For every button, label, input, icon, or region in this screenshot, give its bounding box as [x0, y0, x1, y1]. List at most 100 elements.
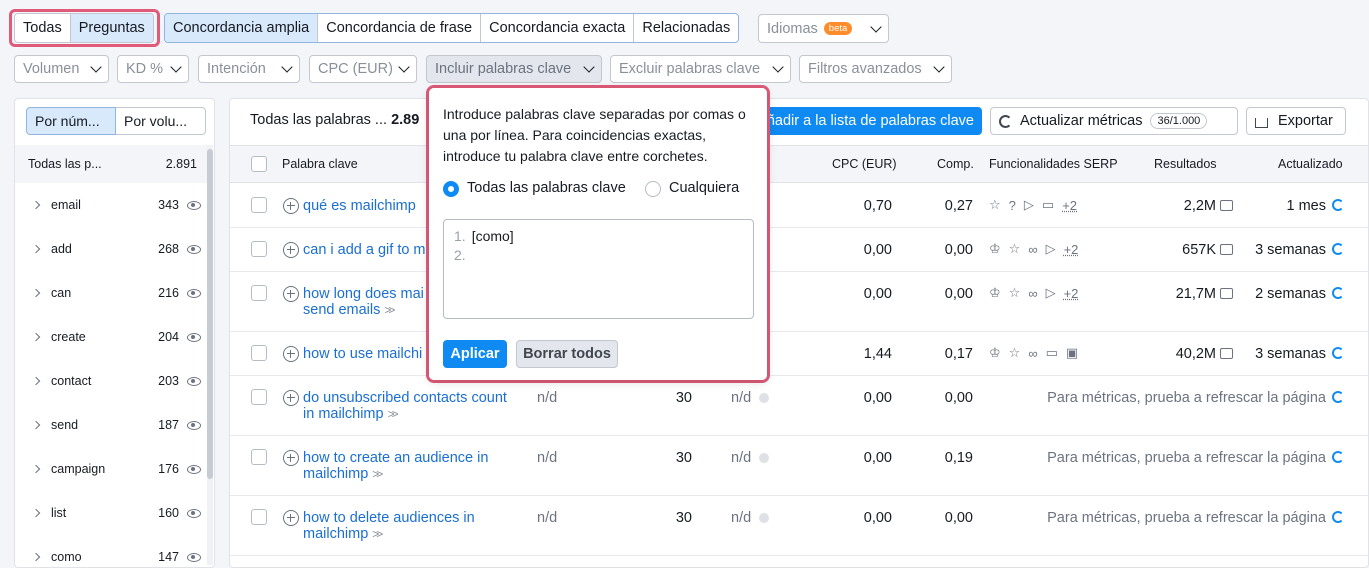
tab-relacionadas[interactable]: Relacionadas — [634, 14, 738, 42]
col-keyword[interactable]: Palabra clave — [282, 157, 358, 171]
group-item[interactable]: create 204 — [15, 315, 207, 359]
tab-concordancia-amplia[interactable]: Concordancia amplia — [165, 14, 319, 42]
add-keyword-icon[interactable] — [283, 198, 299, 214]
refresh-icon[interactable] — [1332, 287, 1344, 299]
add-keyword-icon[interactable] — [283, 242, 299, 258]
filter-excluir[interactable]: Excluir palabras clave — [610, 55, 791, 83]
group-item[interactable]: list 160 — [15, 491, 207, 535]
group-item[interactable]: send 187 — [15, 403, 207, 447]
group-count: 204 — [158, 330, 179, 344]
tab-concordancia-exacta[interactable]: Concordancia exacta — [481, 14, 635, 42]
row-checkbox[interactable] — [251, 449, 267, 465]
refresh-icon[interactable] — [1332, 347, 1344, 359]
col-updated[interactable]: Actualizado — [1278, 157, 1343, 171]
eye-icon[interactable] — [187, 288, 201, 298]
group-label: como — [51, 550, 82, 564]
keyword-link[interactable]: do unsubscribed contacts count — [303, 390, 507, 407]
eye-icon[interactable] — [187, 332, 201, 342]
filter-cpc[interactable]: CPC (EUR) — [309, 55, 417, 83]
volume-value: 30 — [675, 390, 692, 406]
export-button[interactable]: Exportar — [1246, 107, 1346, 135]
group-item[interactable]: can 216 — [15, 271, 207, 315]
keyword-link[interactable]: how to use mailchi — [303, 346, 422, 363]
eye-icon[interactable] — [187, 464, 201, 474]
tab-preguntas[interactable]: Preguntas — [70, 14, 153, 42]
tab-concordancia-frase[interactable]: Concordancia de frase — [318, 14, 482, 42]
group-item[interactable]: email 343 — [15, 183, 207, 227]
keyword-link[interactable]: how to delete audiences in — [303, 510, 475, 527]
keyword-link[interactable]: qué es mailchimp — [303, 198, 416, 215]
keyword-link[interactable]: how long does mai — [303, 286, 424, 303]
col-serp[interactable]: Funcionalidades SERP — [989, 157, 1118, 171]
group-item[interactable]: add 268 — [15, 227, 207, 271]
filter-avanzados[interactable]: Filtros avanzados — [799, 55, 952, 83]
cpc-value: 0,00 — [863, 510, 892, 526]
refresh-metrics-button[interactable]: Actualizar métricas 36/1.000 — [990, 107, 1238, 135]
clear-all-button[interactable]: Borrar todos — [516, 340, 618, 368]
keyword-link-line2[interactable]: in mailchimp >> — [303, 406, 399, 423]
row-checkbox[interactable] — [251, 345, 267, 361]
add-keyword-icon[interactable] — [283, 346, 299, 362]
eye-icon[interactable] — [187, 244, 201, 254]
scroll-thumb[interactable] — [207, 149, 213, 479]
group-item[interactable]: como 147 — [15, 535, 207, 567]
keyword-link-line2[interactable]: mailchimp >> — [303, 526, 383, 543]
left-scrollbar[interactable] — [207, 145, 213, 565]
row-checkbox[interactable] — [251, 285, 267, 301]
refresh-icon[interactable] — [1332, 243, 1344, 255]
eye-icon[interactable] — [187, 552, 201, 562]
comment-icon: ▭ — [1041, 197, 1055, 212]
keyword-link[interactable]: can i add a gif to m — [303, 242, 426, 259]
row-checkbox[interactable] — [251, 389, 267, 405]
add-keyword-icon[interactable] — [283, 450, 299, 466]
refresh-icon[interactable] — [1332, 511, 1344, 523]
col-results[interactable]: Resultados — [1154, 157, 1217, 171]
add-to-keyword-list-button[interactable]: Añadir a la lista de palabras clave — [758, 107, 982, 135]
sort-by-volume[interactable]: Por volu... — [116, 107, 206, 135]
add-keyword-icon[interactable] — [283, 390, 299, 406]
keywords-textarea[interactable]: 1. [como] 2. — [443, 219, 754, 319]
group-all-row[interactable]: Todas las p... 2.891 — [15, 145, 207, 183]
refresh-icon[interactable] — [1332, 451, 1344, 463]
radio-any-label[interactable]: Cualquiera — [669, 180, 739, 196]
keyword-link-line2[interactable]: mailchimp >> — [303, 466, 383, 483]
sort-by-number[interactable]: Por núm... — [26, 107, 116, 135]
filter-intencion[interactable]: Intención — [198, 55, 300, 83]
refresh-icon[interactable] — [1332, 391, 1344, 403]
eye-icon[interactable] — [187, 200, 201, 210]
keyword-link[interactable]: how to create an audience in — [303, 450, 488, 467]
group-label: send — [51, 418, 79, 432]
eye-icon[interactable] — [187, 508, 201, 518]
add-keyword-icon[interactable] — [283, 510, 299, 526]
kd-cell: n/d — [731, 450, 770, 466]
row-checkbox[interactable] — [251, 197, 267, 213]
filter-kd[interactable]: KD % — [117, 55, 189, 83]
radio-all-label[interactable]: Todas las palabras clave — [467, 180, 626, 196]
eye-icon[interactable] — [187, 376, 201, 386]
radio-any[interactable] — [645, 181, 661, 197]
col-cpc[interactable]: CPC (EUR) — [832, 157, 897, 171]
languages-dropdown[interactable]: Idiomas beta — [758, 14, 889, 43]
keyword-link-line2[interactable]: send emails >> — [303, 302, 395, 319]
col-comp[interactable]: Comp. — [937, 157, 974, 171]
row-checkbox[interactable] — [251, 509, 267, 525]
add-keyword-icon[interactable] — [283, 286, 299, 302]
filter-volumen[interactable]: Volumen — [14, 55, 109, 83]
eye-icon[interactable] — [187, 420, 201, 430]
row-checkbox[interactable] — [251, 241, 267, 257]
serp-more[interactable]: +2 — [1062, 198, 1077, 213]
group-item[interactable]: contact 203 — [15, 359, 207, 403]
select-all-checkbox[interactable] — [251, 156, 267, 172]
serp-more[interactable]: +2 — [1064, 286, 1079, 301]
radio-all-keywords[interactable] — [443, 181, 459, 197]
group-item[interactable]: campaign 176 — [15, 447, 207, 491]
filter-incluir[interactable]: Incluir palabras clave — [426, 55, 602, 83]
tab-todas[interactable]: Todas — [15, 14, 71, 42]
comp-value: 0,00 — [944, 390, 973, 406]
serp-more[interactable]: +2 — [1064, 242, 1079, 257]
chevron-down-icon — [90, 61, 102, 73]
chevrons-right-icon: >> — [372, 467, 383, 481]
refresh-icon[interactable] — [1332, 199, 1344, 211]
intent-value: n/d — [537, 450, 558, 466]
apply-button[interactable]: Aplicar — [443, 340, 507, 368]
